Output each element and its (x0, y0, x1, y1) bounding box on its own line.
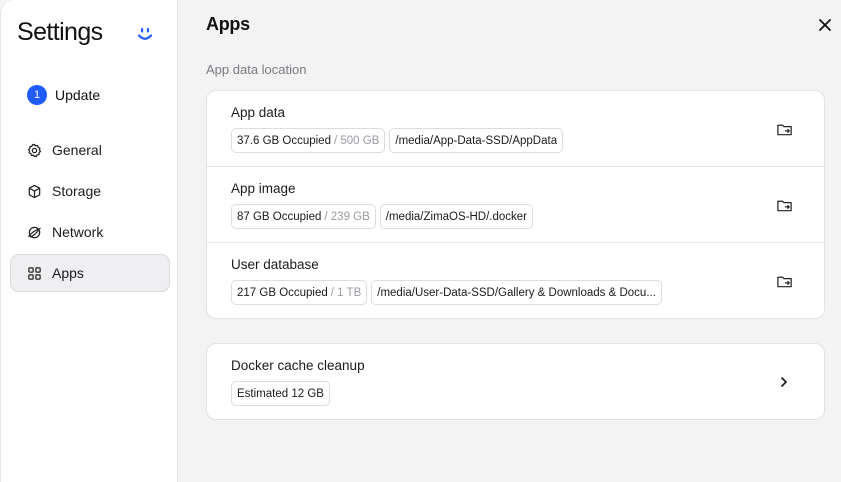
path-chip: /media/App-Data-SSD/AppData (389, 128, 564, 153)
location-name: User database (231, 257, 319, 272)
globe-icon (27, 226, 41, 238)
settings-sidebar: Settings 1 Update General Storage Networ… (0, 0, 178, 482)
update-item[interactable]: 1 Update (27, 85, 100, 105)
usage-occupied: 37.6 GB Occupied (237, 134, 331, 147)
location-row-app-image: App image 87 GB Occupied / 239 GB /media… (207, 167, 824, 243)
path-chip: /media/ZimaOS-HD/.docker (379, 204, 534, 229)
change-folder-icon[interactable] (776, 197, 793, 214)
apps-grid-icon (28, 266, 41, 280)
update-label: Update (55, 87, 101, 103)
usage-chip: 87 GB Occupied / 239 GB (231, 204, 376, 229)
sidebar-item-label: Apps (52, 265, 84, 281)
close-icon[interactable] (817, 17, 833, 33)
location-name: App image (231, 181, 296, 196)
usage-occupied: 87 GB Occupied (237, 210, 322, 223)
cleanup-name: Docker cache cleanup (231, 358, 365, 373)
usage-chip: 37.6 GB Occupied / 500 GB (231, 128, 386, 153)
sidebar-item-storage[interactable]: Storage (10, 172, 170, 210)
change-folder-icon[interactable] (776, 273, 793, 290)
estimate-chip: Estimated 12 GB (231, 381, 330, 406)
usage-occupied: 217 GB Occupied (237, 286, 328, 299)
page-title: Apps (206, 14, 250, 34)
usage-total: / 500 GB (333, 134, 380, 147)
apps-settings-panel: Apps App data location App data 37.6 GB … (178, 0, 841, 482)
app-data-location-list: App data 37.6 GB Occupied / 500 GB /medi… (206, 90, 825, 319)
sidebar-title: Settings (17, 18, 103, 46)
docker-cleanup-row[interactable]: Docker cache cleanup Estimated 12 GB (207, 344, 824, 420)
gear-icon (27, 143, 42, 157)
smiley-logo-icon (137, 28, 153, 40)
sidebar-item-apps[interactable]: Apps (10, 254, 170, 292)
usage-chip: 217 GB Occupied / 1 TB (231, 280, 368, 305)
cube-icon (28, 184, 41, 198)
docker-cleanup-card[interactable]: Docker cache cleanup Estimated 12 GB (206, 343, 825, 420)
sidebar-item-label: Storage (52, 183, 102, 199)
usage-total: / 239 GB (324, 210, 370, 223)
sidebar-item-label: General (52, 142, 102, 158)
sidebar-item-general[interactable]: General (10, 131, 170, 169)
location-row-user-database: User database 217 GB Occupied / 1 TB /me… (207, 243, 824, 319)
update-count-badge: 1 (27, 85, 47, 105)
section-label: App data location (206, 62, 307, 77)
usage-total: / 1 TB (330, 286, 362, 299)
sidebar-item-label: Network (52, 224, 104, 240)
change-folder-icon[interactable] (776, 121, 793, 138)
path-chip: /media/User-Data-SSD/Gallery & Downloads… (371, 280, 662, 305)
sidebar-item-network[interactable]: Network (10, 213, 170, 251)
location-row-app-data: App data 37.6 GB Occupied / 500 GB /medi… (207, 91, 824, 167)
location-name: App data (231, 105, 286, 120)
chevron-right-icon[interactable] (779, 375, 789, 389)
